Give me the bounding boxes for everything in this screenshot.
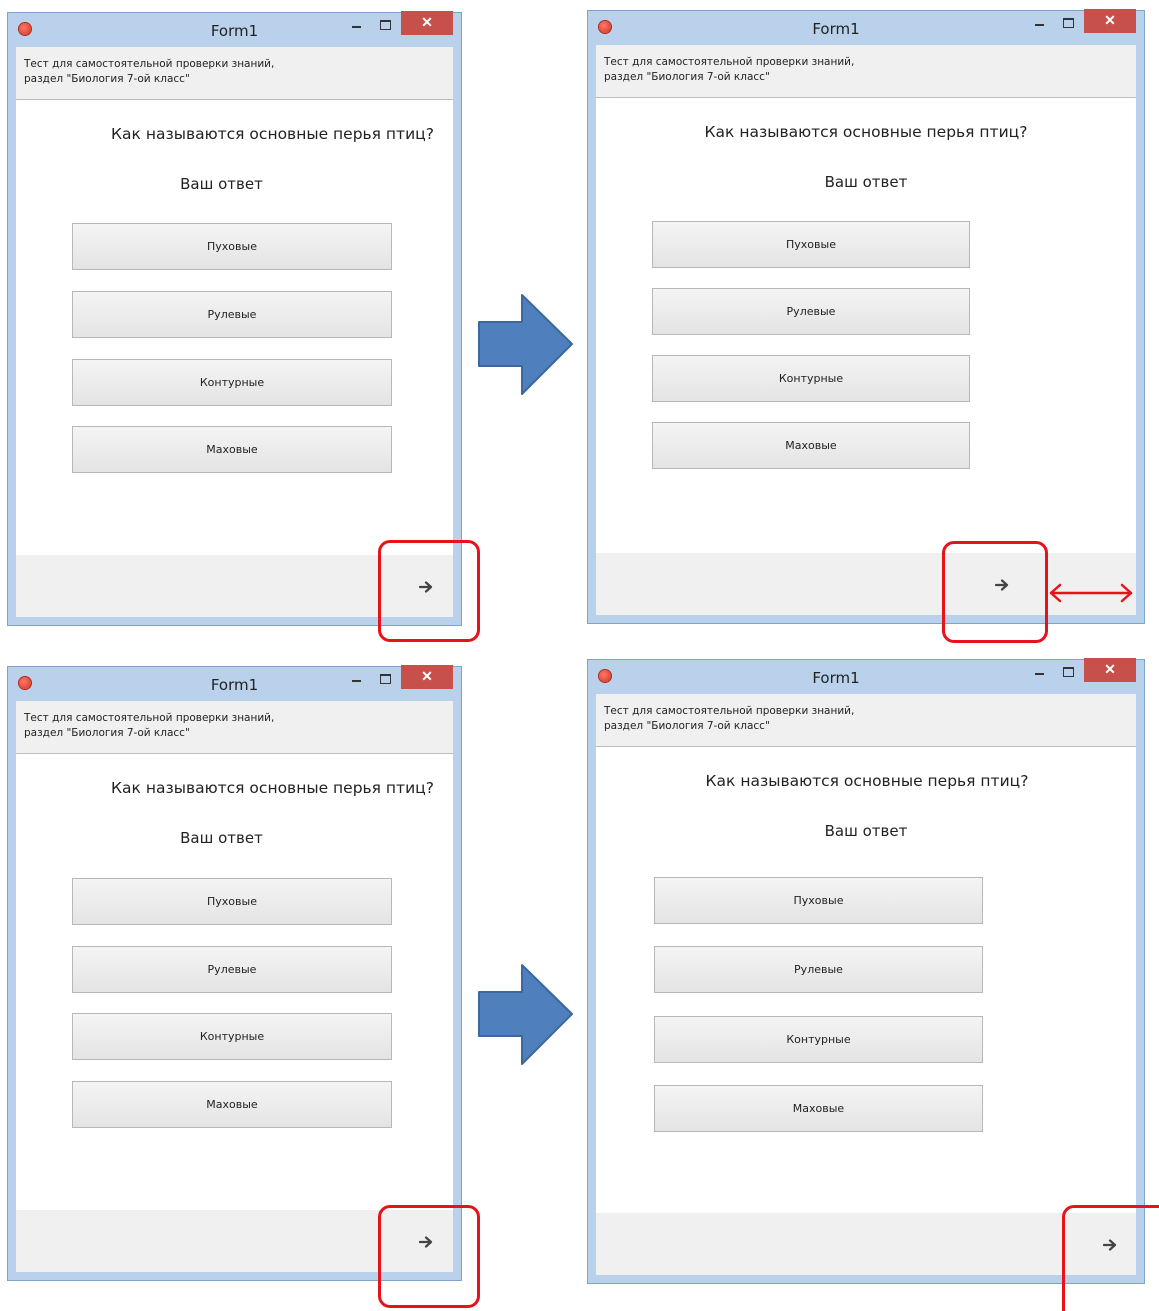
question-text: Как называются основные перья птиц? — [111, 125, 434, 143]
form-client-area: Тест для самостоятельной проверки знаний… — [16, 701, 453, 1272]
option-button-3[interactable]: Контурные — [72, 359, 392, 406]
header-line-1: Тест для самостоятельной проверки знаний… — [604, 705, 855, 717]
minimize-icon — [351, 680, 361, 682]
option-button-2[interactable]: Рулевые — [652, 288, 970, 335]
form-window: Form1 ✕ Тест для самостоятельной проверк… — [587, 9, 1145, 624]
header-line-1: Тест для самостоятельной проверки знаний… — [604, 56, 855, 68]
option-button-1[interactable]: Пуховые — [72, 223, 392, 270]
option-button-2[interactable]: Рулевые — [72, 291, 392, 338]
title-bar[interactable]: Form1 ✕ — [588, 9, 1144, 45]
header-line-1: Тест для самостоятельной проверки знаний… — [24, 58, 275, 70]
minimize-button[interactable] — [1027, 11, 1051, 33]
title-bar[interactable]: Form1 ✕ — [8, 665, 461, 701]
answer-label: Ваш ответ — [824, 173, 908, 191]
answer-label: Ваш ответ — [824, 822, 908, 840]
header-line-2: раздел "Биология 7-ой класс" — [604, 720, 770, 732]
header-line-2: раздел "Биология 7-ой класс" — [24, 727, 190, 739]
close-icon: ✕ — [1104, 661, 1116, 677]
option-button-2[interactable]: Рулевые — [654, 946, 983, 993]
minimize-button[interactable] — [344, 13, 368, 35]
test-header: Тест для самостоятельной проверки знаний… — [16, 701, 453, 754]
header-line-1: Тест для самостоятельной проверки знаний… — [24, 712, 275, 724]
question-text: Как называются основные перья птиц? — [705, 772, 1029, 790]
answer-label: Ваш ответ — [180, 829, 263, 847]
form-window: Form1 ✕ Тест для самостоятельной проверк… — [7, 665, 462, 1281]
option-button-4[interactable]: Маховые — [72, 426, 392, 473]
header-line-2: раздел "Биология 7-ой класс" — [604, 71, 770, 83]
maximize-button[interactable] — [1056, 11, 1080, 33]
test-header: Тест для самостоятельной проверки знаний… — [16, 47, 453, 100]
next-button-highlight — [1062, 1205, 1159, 1311]
option-button-1[interactable]: Пуховые — [652, 221, 970, 268]
close-icon: ✕ — [421, 668, 433, 684]
test-header: Тест для самостоятельной проверки знаний… — [596, 694, 1136, 747]
option-button-3[interactable]: Контурные — [654, 1016, 983, 1063]
option-button-4[interactable]: Маховые — [72, 1081, 392, 1128]
minimize-icon — [1034, 24, 1044, 26]
title-bar[interactable]: Form1 ✕ — [588, 658, 1144, 694]
form-window: Form1 ✕ Тест для самостоятельной проверк… — [587, 658, 1145, 1284]
option-button-4[interactable]: Маховые — [652, 422, 970, 469]
minimize-icon — [351, 26, 361, 28]
question-text: Как называются основные перья птиц? — [111, 779, 434, 797]
minimize-icon — [1034, 673, 1044, 675]
close-button[interactable]: ✕ — [401, 665, 453, 689]
close-icon: ✕ — [421, 14, 433, 30]
title-bar[interactable]: Form1 ✕ — [8, 11, 461, 47]
option-button-2[interactable]: Рулевые — [72, 946, 392, 993]
window-title: Form1 — [812, 20, 860, 38]
maximize-icon — [1062, 667, 1074, 677]
window-title: Form1 — [812, 669, 860, 687]
form-client-area: Тест для самостоятельной проверки знаний… — [596, 694, 1136, 1275]
form-window: Form1 ✕ Тест для самостоятельной проверк… — [7, 11, 462, 626]
test-header: Тест для самостоятельной проверки знаний… — [596, 45, 1136, 98]
question-text: Как называются основные перья птиц? — [704, 123, 1028, 141]
minimize-button[interactable] — [344, 667, 368, 689]
footer-bar — [596, 1213, 1136, 1275]
header-line-2: раздел "Биология 7-ой класс" — [24, 73, 190, 85]
big-right-arrow-icon — [478, 294, 573, 395]
option-button-1[interactable]: Пуховые — [72, 878, 392, 925]
form-client-area: Тест для самостоятельной проверки знаний… — [16, 47, 453, 617]
maximize-button[interactable] — [373, 13, 397, 35]
answer-label: Ваш ответ — [180, 175, 263, 193]
close-icon: ✕ — [1104, 12, 1116, 28]
maximize-icon — [379, 20, 391, 30]
option-button-3[interactable]: Контурные — [652, 355, 970, 402]
close-button[interactable]: ✕ — [1084, 9, 1136, 33]
next-button-highlight — [378, 1205, 480, 1308]
option-button-4[interactable]: Маховые — [654, 1085, 983, 1132]
maximize-icon — [1062, 18, 1074, 28]
maximize-button[interactable] — [373, 667, 397, 689]
next-button-highlight — [942, 541, 1048, 643]
big-right-arrow-icon — [478, 964, 573, 1065]
minimize-button[interactable] — [1027, 660, 1051, 682]
close-button[interactable]: ✕ — [401, 11, 453, 35]
next-button-highlight — [378, 540, 480, 642]
close-button[interactable]: ✕ — [1084, 658, 1136, 682]
maximize-icon — [379, 674, 391, 684]
form-client-area: Тест для самостоятельной проверки знаний… — [596, 45, 1136, 615]
double-headed-arrow-icon — [1049, 583, 1133, 603]
maximize-button[interactable] — [1056, 660, 1080, 682]
option-button-1[interactable]: Пуховые — [654, 877, 983, 924]
option-button-3[interactable]: Контурные — [72, 1013, 392, 1060]
